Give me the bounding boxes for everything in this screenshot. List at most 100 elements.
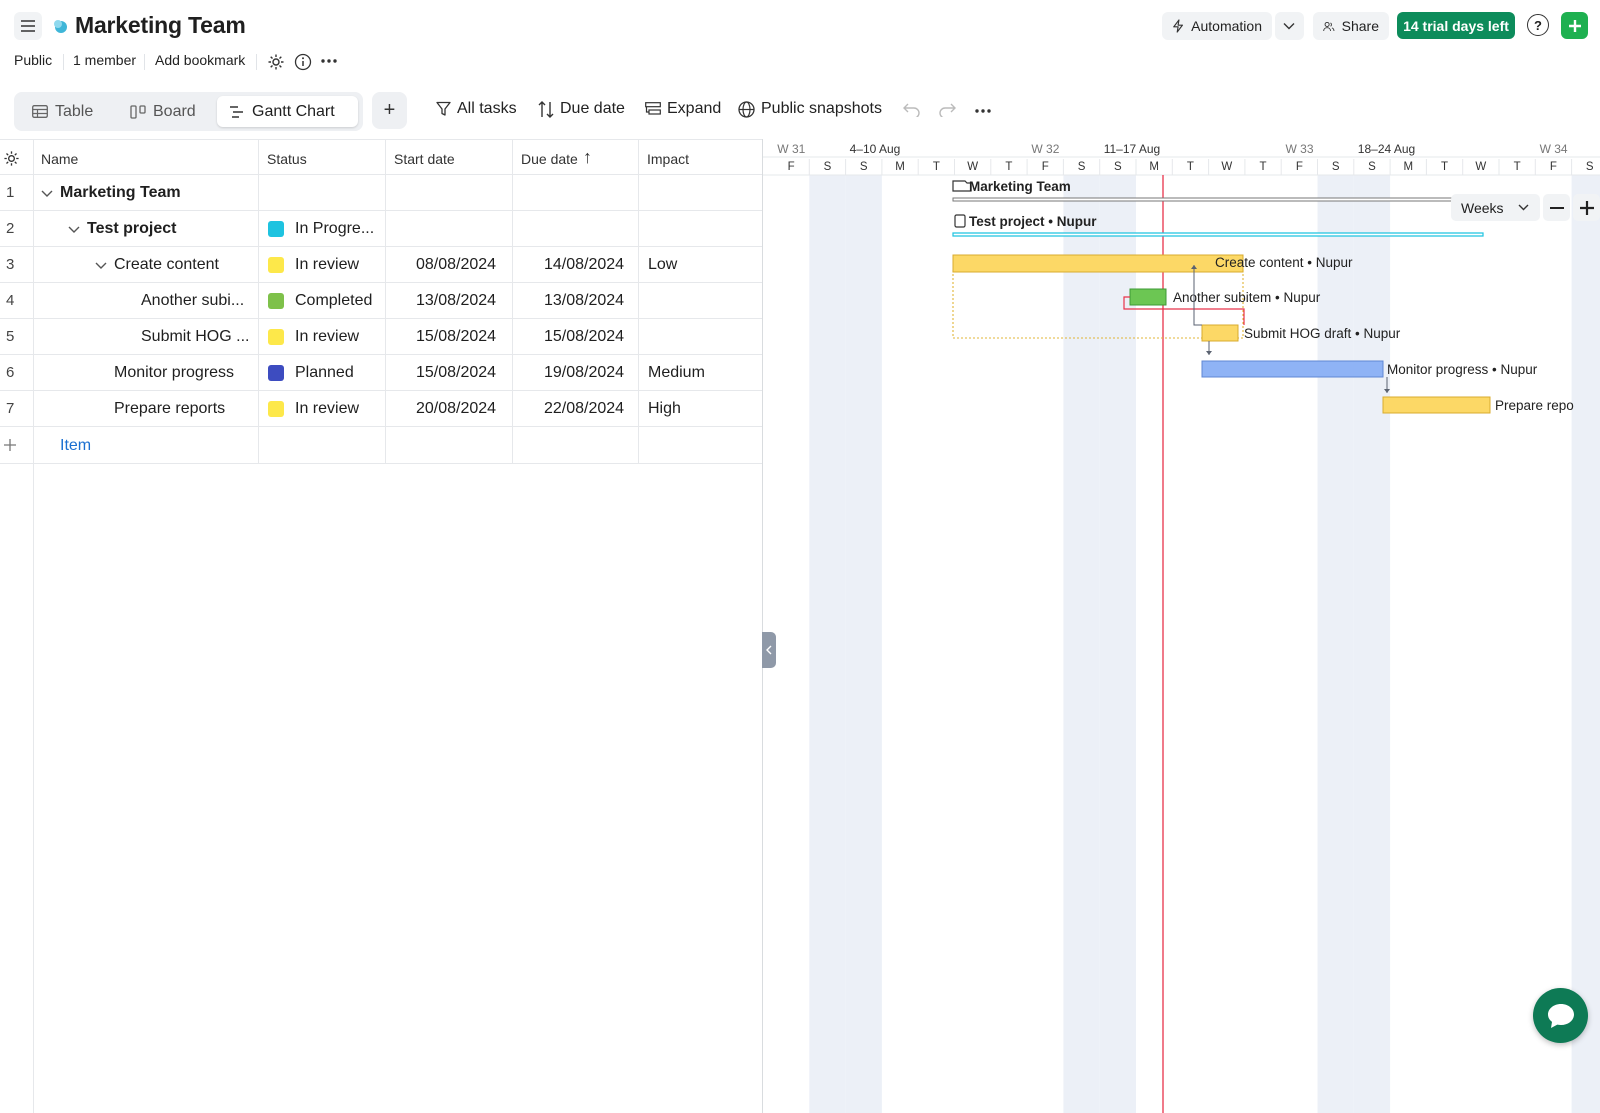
table-row[interactable]: 5 Submit HOG ... In review 15/08/2024 15/08/… — [0, 319, 762, 355]
day-label: T — [1005, 161, 1012, 173]
impact-cell[interactable]: Medium — [648, 364, 705, 382]
status-cell[interactable]: Completed — [295, 292, 372, 310]
start-date-cell[interactable]: 15/08/2024 — [416, 328, 496, 346]
add-bookmark-link[interactable]: Add bookmark — [155, 52, 245, 68]
status-cell[interactable]: In review — [295, 328, 359, 346]
column-header-name[interactable]: Name — [41, 151, 78, 167]
gantt-chart: FSSMTWTFSSMTWTFSSMTWTFSSW 314–10 AugW 32… — [762, 139, 1600, 1113]
filter-button[interactable]: All tasks — [436, 100, 517, 118]
sort-button[interactable]: Due date — [538, 100, 625, 118]
chevron-down-icon[interactable] — [66, 221, 82, 237]
table-row[interactable]: 3 Create content In review 08/08/2024 14/08/… — [0, 247, 762, 283]
view-switcher: Table Board Gantt Chart — [14, 92, 363, 131]
expand-button[interactable]: Expand — [645, 100, 721, 118]
settings-gear-icon[interactable] — [267, 53, 285, 71]
day-label: T — [1187, 161, 1194, 173]
column-header-status[interactable]: Status — [267, 151, 307, 167]
trial-days-button[interactable]: 14 trial days left — [1397, 12, 1515, 39]
status-cell[interactable]: In review — [295, 256, 359, 274]
help-icon[interactable]: ? — [1527, 14, 1549, 36]
zoom-in-button[interactable] — [1573, 194, 1600, 221]
column-header-impact[interactable]: Impact — [647, 151, 689, 167]
row-name[interactable]: Test project — [87, 220, 177, 238]
table-row[interactable]: 1 Marketing Team — [0, 175, 762, 211]
more-options-icon[interactable] — [321, 58, 337, 64]
day-label: W — [1221, 161, 1232, 173]
row-number: 2 — [6, 220, 15, 237]
start-date-cell[interactable]: 08/08/2024 — [416, 256, 496, 274]
start-date-cell[interactable]: 13/08/2024 — [416, 292, 496, 310]
zoom-select[interactable]: Weeks — [1451, 194, 1540, 221]
sort-label: Due date — [560, 100, 625, 117]
impact-cell[interactable]: High — [648, 400, 681, 418]
row-name[interactable]: Another subi... — [141, 292, 244, 310]
tab-table-label: Table — [55, 102, 94, 120]
gantt-bar-prepare-reports — [1382, 396, 1491, 414]
gantt-project-label: Test project • Nupur — [969, 214, 1097, 229]
status-cell[interactable]: Planned — [295, 364, 354, 382]
add-view-button[interactable]: + — [372, 92, 407, 129]
row-name[interactable]: Marketing Team — [60, 184, 181, 202]
status-cell[interactable]: In review — [295, 400, 359, 418]
gantt-icon — [230, 105, 243, 118]
table-row[interactable]: 6 Monitor progress Planned 15/08/2024 19/08/… — [0, 355, 762, 391]
column-settings-icon[interactable] — [3, 150, 20, 167]
menu-button[interactable] — [14, 12, 42, 40]
add-new-button[interactable] — [1561, 12, 1588, 39]
start-date-cell[interactable]: 15/08/2024 — [416, 364, 496, 382]
members-link[interactable]: 1 member — [73, 52, 136, 68]
gantt-timeline[interactable]: FSSMTWTFSSMTWTFSSMTWTFSSW 314–10 AugW 32… — [763, 139, 1600, 1113]
divider — [144, 54, 145, 70]
gantt-group-label: Marketing Team — [969, 179, 1071, 194]
info-icon[interactable] — [294, 53, 312, 71]
tab-gantt-chart[interactable]: Gantt Chart — [217, 96, 358, 127]
column-header-start-date[interactable]: Start date — [394, 151, 455, 167]
automation-dropdown-button[interactable] — [1275, 12, 1304, 40]
due-date-cell[interactable]: 13/08/2024 — [544, 292, 624, 310]
day-label: T — [1514, 161, 1521, 173]
add-item-row[interactable]: Item — [0, 428, 762, 464]
row-name[interactable]: Prepare reports — [114, 400, 225, 418]
chevron-down-icon — [1518, 204, 1529, 211]
share-button[interactable]: Share — [1313, 12, 1389, 40]
table-row[interactable]: 2 Test project In Progre... — [0, 211, 762, 247]
row-number: 1 — [6, 184, 15, 201]
sort-ascending-icon: ↑ — [583, 147, 592, 167]
due-date-cell[interactable]: 14/08/2024 — [544, 256, 624, 274]
automation-button[interactable]: Automation — [1162, 12, 1272, 40]
chat-support-button[interactable] — [1533, 988, 1588, 1043]
zoom-out-button[interactable] — [1543, 194, 1570, 221]
row-name[interactable]: Monitor progress — [114, 364, 234, 382]
impact-cell[interactable]: Low — [648, 256, 677, 274]
tab-table[interactable]: Table — [20, 96, 105, 127]
tab-board[interactable]: Board — [118, 96, 208, 127]
collapse-panel-handle[interactable] — [762, 632, 776, 668]
sort-icon — [538, 100, 554, 118]
redo-icon[interactable] — [938, 103, 956, 117]
undo-icon[interactable] — [903, 103, 921, 117]
visibility-link[interactable]: Public — [14, 52, 52, 68]
day-label: S — [1114, 161, 1122, 173]
chevron-down-icon[interactable] — [93, 257, 109, 273]
row-name[interactable]: Create content — [114, 256, 219, 274]
day-label: S — [860, 161, 868, 173]
table-row[interactable]: 4 Another subi... Completed 13/08/2024 13/08… — [0, 283, 762, 319]
chevron-down-icon[interactable] — [39, 185, 55, 201]
due-date-cell[interactable]: 19/08/2024 — [544, 364, 624, 382]
more-toolbar-icon[interactable] — [975, 108, 991, 114]
table-row[interactable]: 7 Prepare reports In review 20/08/2024 22/08… — [0, 391, 762, 427]
day-label: S — [1332, 161, 1340, 173]
row-name[interactable]: Submit HOG ... — [141, 328, 249, 346]
day-label: M — [1403, 161, 1413, 173]
gantt-project-bar — [952, 232, 1484, 237]
status-cell[interactable]: In Progre... — [295, 220, 374, 238]
public-snapshots-button[interactable]: Public snapshots — [738, 100, 882, 118]
column-header-due-date[interactable]: Due date — [521, 151, 578, 167]
weekend-column — [1571, 175, 1600, 1113]
row-number: 3 — [6, 256, 15, 273]
due-date-cell[interactable]: 22/08/2024 — [544, 400, 624, 418]
due-date-cell[interactable]: 15/08/2024 — [544, 328, 624, 346]
row-number: 4 — [6, 292, 15, 309]
start-date-cell[interactable]: 20/08/2024 — [416, 400, 496, 418]
page-title: Marketing Team — [75, 12, 246, 38]
